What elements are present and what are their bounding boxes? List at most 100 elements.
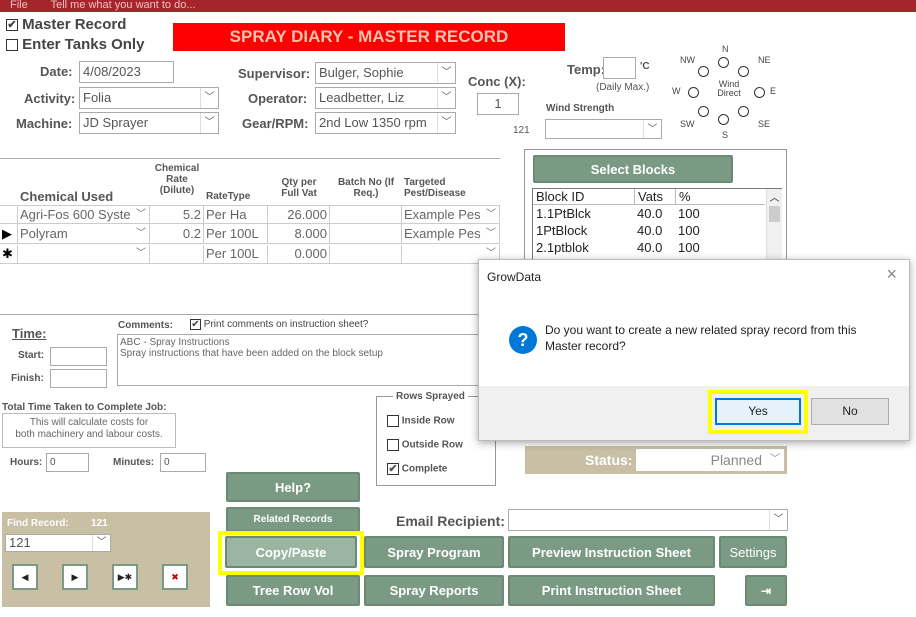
exit-button[interactable]: ⇥ bbox=[745, 575, 787, 606]
wind-sw-radio[interactable] bbox=[698, 106, 709, 117]
supervisor-combo[interactable]: Bulger, Sophie ﹀ bbox=[315, 62, 456, 84]
email-recipient-combo[interactable]: ﹀ bbox=[508, 509, 788, 531]
date-field[interactable]: 4/08/2023 bbox=[79, 61, 174, 83]
no-button[interactable]: No bbox=[811, 398, 889, 425]
chevron-down-icon[interactable]: ﹀ bbox=[643, 120, 661, 138]
chevron-down-icon[interactable]: ﹀ bbox=[437, 88, 455, 108]
hours-field[interactable]: 0 bbox=[46, 453, 89, 472]
chevron-down-icon[interactable]: ﹀ bbox=[136, 206, 146, 224]
inside-row-checkbox[interactable] bbox=[387, 415, 399, 427]
qty-cell[interactable]: 0.000 bbox=[268, 245, 330, 264]
master-record-option[interactable]: ✔ Master Record bbox=[6, 16, 126, 33]
rate-cell[interactable]: 0.2 bbox=[150, 225, 204, 244]
rate-cell[interactable]: 5.2 bbox=[150, 206, 204, 225]
preview-instruction-button[interactable]: Preview Instruction Sheet bbox=[508, 536, 715, 568]
batch-cell[interactable] bbox=[330, 225, 402, 244]
wind-se-radio[interactable] bbox=[738, 106, 749, 117]
minutes-field[interactable]: 0 bbox=[160, 453, 206, 472]
chemical-cell[interactable]: Polyram ﹀ bbox=[18, 225, 150, 244]
list-item[interactable]: 1.1PtBlck 40.0 100 bbox=[533, 206, 765, 222]
wind-e-radio[interactable] bbox=[754, 87, 765, 98]
complete-option[interactable]: ✔ Complete bbox=[387, 463, 447, 475]
settings-button[interactable]: Settings bbox=[719, 536, 787, 568]
chevron-down-icon[interactable]: ﹀ bbox=[92, 535, 110, 551]
qty-cell[interactable]: 8.000 bbox=[268, 225, 330, 244]
ratetype-cell[interactable]: Per Ha bbox=[204, 206, 268, 225]
spray-reports-button[interactable]: Spray Reports bbox=[364, 575, 504, 606]
related-records-button[interactable]: Related Records bbox=[226, 507, 360, 532]
spray-program-button[interactable]: Spray Program bbox=[364, 536, 504, 568]
blocks-list[interactable]: Block ID Vats % 1.1PtBlck 40.0 100 1PtBl… bbox=[532, 188, 782, 268]
print-comments-option[interactable]: ✔ Print comments on instruction sheet? bbox=[190, 319, 368, 330]
chemical-cell[interactable]: Agri-Fos 600 Syste ﹀ bbox=[18, 206, 150, 225]
batch-cell[interactable] bbox=[330, 245, 402, 264]
print-instruction-button[interactable]: Print Instruction Sheet bbox=[508, 575, 715, 606]
select-blocks-button[interactable]: Select Blocks bbox=[533, 155, 733, 183]
ratetype-cell[interactable]: Per 100L bbox=[204, 245, 268, 264]
print-comments-checkbox[interactable]: ✔ bbox=[190, 319, 201, 330]
complete-checkbox[interactable]: ✔ bbox=[387, 463, 399, 475]
chevron-down-icon[interactable]: ﹀ bbox=[769, 510, 787, 530]
row-selector[interactable] bbox=[0, 206, 18, 225]
tell-me-box[interactable]: Tell me what you want to do... bbox=[51, 0, 196, 11]
next-record-button[interactable]: ▶ bbox=[62, 564, 88, 590]
wind-ne-radio[interactable] bbox=[738, 66, 749, 77]
batch-cell[interactable] bbox=[330, 206, 402, 225]
target-cell[interactable]: Example Pes ﹀ bbox=[402, 206, 500, 225]
chevron-down-icon[interactable]: ﹀ bbox=[200, 113, 218, 133]
master-record-checkbox[interactable]: ✔ bbox=[6, 19, 18, 32]
tree-row-vol-button[interactable]: Tree Row Vol bbox=[226, 575, 360, 606]
wind-n-radio[interactable] bbox=[718, 57, 729, 68]
list-item[interactable]: 2.1ptblok 40.0 100 bbox=[533, 240, 765, 256]
table-row[interactable]: Agri-Fos 600 Syste ﹀ 5.2 Per Ha 26.000 Ex… bbox=[0, 205, 500, 225]
find-record-combo[interactable]: 121 ﹀ bbox=[5, 534, 111, 552]
ratetype-cell[interactable]: Per 100L bbox=[204, 225, 268, 244]
file-menu[interactable]: File bbox=[10, 0, 28, 11]
chevron-down-icon[interactable]: ﹀ bbox=[770, 449, 780, 471]
inside-row-option[interactable]: Inside Row bbox=[387, 415, 455, 427]
list-item[interactable]: 1PtBlock 40.0 100 bbox=[533, 223, 765, 239]
dialog-close-icon[interactable]: × bbox=[886, 264, 897, 285]
copy-paste-button[interactable]: Copy/Paste bbox=[225, 536, 357, 568]
blocks-scrollbar[interactable]: ︿ bbox=[766, 189, 782, 267]
delete-record-button[interactable]: ✖ bbox=[162, 564, 188, 590]
enter-tanks-option[interactable]: Enter Tanks Only bbox=[6, 36, 144, 53]
chevron-down-icon[interactable]: ﹀ bbox=[136, 245, 146, 263]
yes-button[interactable]: Yes bbox=[715, 398, 801, 425]
help-button[interactable]: Help? bbox=[226, 472, 360, 502]
new-record-button[interactable]: ▶✱ bbox=[112, 564, 138, 590]
conc-field[interactable]: 1 bbox=[477, 93, 519, 115]
qty-cell[interactable]: 26.000 bbox=[268, 206, 330, 225]
chevron-down-icon[interactable]: ﹀ bbox=[437, 113, 455, 133]
outside-row-checkbox[interactable] bbox=[387, 439, 399, 451]
wind-strength-combo[interactable]: ﹀ bbox=[545, 119, 662, 139]
enter-tanks-checkbox[interactable] bbox=[6, 39, 18, 52]
chevron-down-icon[interactable]: ﹀ bbox=[136, 225, 146, 243]
first-record-button[interactable]: ◀ bbox=[12, 564, 38, 590]
row-selector[interactable]: ▶ bbox=[0, 225, 18, 244]
operator-combo[interactable]: Leadbetter, Liz ﹀ bbox=[315, 87, 456, 109]
wind-s-radio[interactable] bbox=[718, 114, 729, 125]
chevron-down-icon[interactable]: ﹀ bbox=[437, 63, 455, 83]
start-field[interactable] bbox=[50, 347, 107, 366]
activity-combo[interactable]: Folia ﹀ bbox=[79, 87, 219, 109]
temp-field[interactable] bbox=[603, 57, 636, 79]
table-row-new[interactable]: ✱ ﹀ Per 100L 0.000 ﹀ bbox=[0, 245, 500, 264]
new-row-selector[interactable]: ✱ bbox=[0, 245, 18, 264]
target-cell[interactable]: Example Pes ﹀ bbox=[402, 225, 500, 244]
scroll-thumb[interactable] bbox=[769, 206, 780, 222]
gear-combo[interactable]: 2nd Low 1350 rpm ﹀ bbox=[315, 112, 456, 134]
table-row[interactable]: ▶ Polyram ﹀ 0.2 Per 100L 8.000 Example Pe… bbox=[0, 225, 500, 244]
wind-w-radio[interactable] bbox=[688, 87, 699, 98]
comments-box[interactable]: ABC - Spray Instructions Spray instructi… bbox=[117, 334, 491, 386]
chevron-down-icon[interactable]: ﹀ bbox=[486, 225, 496, 243]
status-combo[interactable]: Planned ﹀ bbox=[636, 449, 784, 471]
chemical-cell[interactable]: ﹀ bbox=[18, 245, 150, 264]
scroll-up-icon[interactable]: ︿ bbox=[767, 189, 782, 204]
outside-row-option[interactable]: Outside Row bbox=[387, 439, 463, 451]
machine-combo[interactable]: JD Sprayer ﹀ bbox=[79, 112, 219, 134]
wind-nw-radio[interactable] bbox=[698, 66, 709, 77]
finish-field[interactable] bbox=[50, 369, 107, 388]
chevron-down-icon[interactable]: ﹀ bbox=[200, 88, 218, 108]
rate-cell[interactable] bbox=[150, 245, 204, 264]
